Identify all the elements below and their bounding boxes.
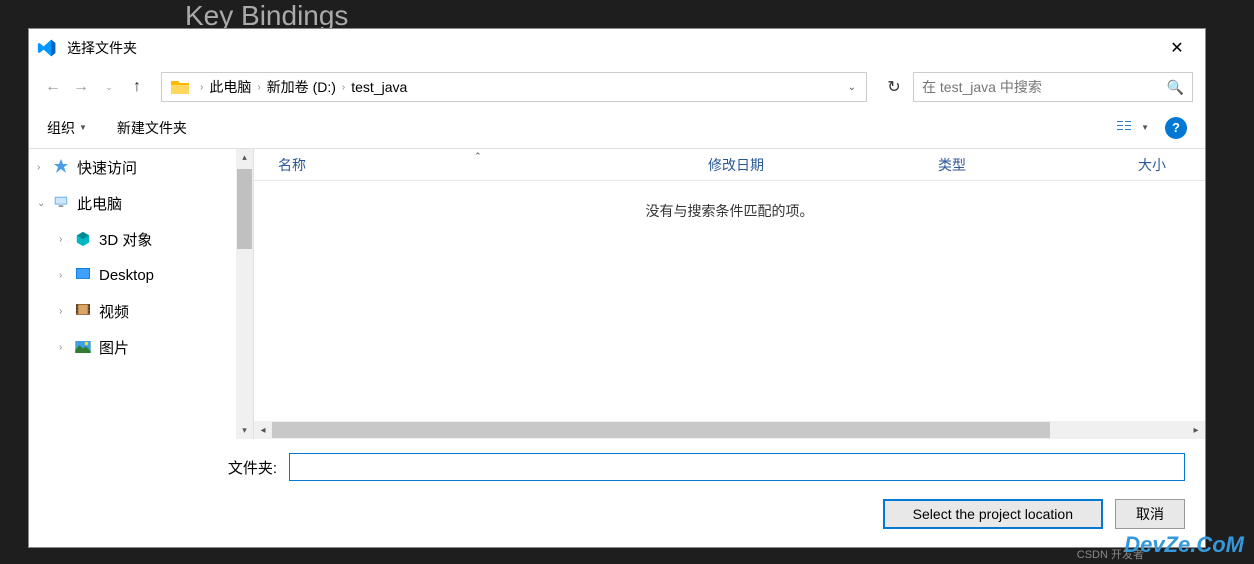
video-icon — [73, 302, 93, 320]
column-size[interactable]: 大小 — [1138, 155, 1166, 175]
view-options-button[interactable]: ▼ — [1117, 120, 1149, 136]
column-date[interactable]: 修改日期 — [708, 155, 938, 175]
search-input[interactable] — [922, 79, 1167, 95]
recent-dropdown[interactable]: ⌄ — [97, 75, 121, 99]
star-icon — [51, 158, 71, 176]
dialog-footer: 文件夹: Select the project location 取消 — [29, 439, 1205, 547]
sidebar-quick-access[interactable]: › 快速访问 — [29, 149, 253, 185]
sidebar-item-3d[interactable]: › 3D 对象 — [29, 221, 253, 257]
scroll-right-icon[interactable]: ▸ — [1187, 425, 1205, 436]
sidebar-item-desktop[interactable]: › Desktop — [29, 257, 253, 293]
file-list: 没有与搜索条件匹配的项。 — [254, 181, 1205, 421]
desktop-icon — [73, 266, 93, 284]
expand-icon[interactable]: › — [37, 162, 51, 173]
forward-button[interactable]: → — [69, 75, 93, 99]
folder-picker-dialog: 选择文件夹 ✕ ← → ⌄ ↑ › 此电脑 › 新加卷 (D:) › test_… — [28, 28, 1206, 548]
picture-icon — [73, 338, 93, 356]
cancel-button[interactable]: 取消 — [1115, 499, 1185, 529]
back-button[interactable]: ← — [41, 75, 65, 99]
scroll-thumb[interactable] — [272, 422, 1050, 438]
titlebar: 选择文件夹 ✕ — [29, 29, 1205, 67]
collapse-icon[interactable]: ⌄ — [37, 198, 51, 209]
navigation-bar: ← → ⌄ ↑ › 此电脑 › 新加卷 (D:) › test_java ⌄ ↻… — [29, 67, 1205, 107]
sidebar-scrollbar[interactable]: ▴ ▾ — [236, 149, 253, 439]
up-button[interactable]: ↑ — [125, 75, 149, 99]
folder-label: 文件夹: — [49, 457, 289, 478]
chevron-right-icon: › — [200, 82, 203, 93]
toolbar: 组织▼ 新建文件夹 ▼ ? — [29, 107, 1205, 149]
sidebar-this-pc[interactable]: ⌄ 此电脑 — [29, 185, 253, 221]
breadcrumb-item[interactable]: 此电脑 — [209, 77, 251, 97]
breadcrumb-item[interactable]: test_java — [351, 79, 407, 95]
organize-button[interactable]: 组织▼ — [47, 118, 87, 138]
breadcrumb-bar[interactable]: › 此电脑 › 新加卷 (D:) › test_java ⌄ — [161, 72, 867, 102]
folder-icon — [170, 78, 190, 96]
scroll-down-icon[interactable]: ▾ — [236, 422, 253, 439]
column-name[interactable]: 名称 — [278, 155, 708, 175]
column-headers: 名称 ⌃ 修改日期 类型 大小 — [254, 149, 1205, 181]
chevron-right-icon: › — [342, 82, 345, 93]
content-area: › 快速访问 ⌄ 此电脑 › 3D 对象 › Desktop › — [29, 149, 1205, 439]
scroll-up-icon[interactable]: ▴ — [236, 149, 253, 166]
watermark-csdn: CSDN 开发者 — [1077, 546, 1144, 562]
chevron-right-icon: › — [257, 82, 260, 93]
dialog-title: 选择文件夹 — [67, 38, 137, 58]
sidebar-item-videos[interactable]: › 视频 — [29, 293, 253, 329]
column-type[interactable]: 类型 — [938, 155, 1138, 175]
sort-indicator-icon: ⌃ — [474, 151, 482, 162]
search-box[interactable]: 🔍 — [913, 72, 1193, 102]
sidebar-item-pictures[interactable]: › 图片 — [29, 329, 253, 365]
vscode-icon — [37, 38, 57, 58]
refresh-button[interactable]: ↻ — [879, 72, 909, 102]
sidebar: › 快速访问 ⌄ 此电脑 › 3D 对象 › Desktop › — [29, 149, 254, 439]
scroll-left-icon[interactable]: ◂ — [254, 425, 272, 436]
select-location-button[interactable]: Select the project location — [883, 499, 1103, 529]
folder-input[interactable] — [289, 453, 1185, 481]
horizontal-scrollbar[interactable]: ◂ ▸ — [254, 421, 1205, 439]
close-button[interactable]: ✕ — [1157, 33, 1197, 63]
help-button[interactable]: ? — [1165, 117, 1187, 139]
search-icon[interactable]: 🔍 — [1167, 79, 1184, 96]
empty-message: 没有与搜索条件匹配的项。 — [646, 201, 814, 221]
cube-icon — [73, 230, 93, 248]
new-folder-button[interactable]: 新建文件夹 — [117, 118, 187, 138]
breadcrumb-dropdown-icon[interactable]: ⌄ — [848, 82, 856, 93]
scroll-thumb[interactable] — [237, 169, 252, 249]
file-list-area: 名称 ⌃ 修改日期 类型 大小 没有与搜索条件匹配的项。 ◂ ▸ — [254, 149, 1205, 439]
breadcrumb-item[interactable]: 新加卷 (D:) — [267, 77, 336, 97]
pc-icon — [51, 194, 71, 212]
